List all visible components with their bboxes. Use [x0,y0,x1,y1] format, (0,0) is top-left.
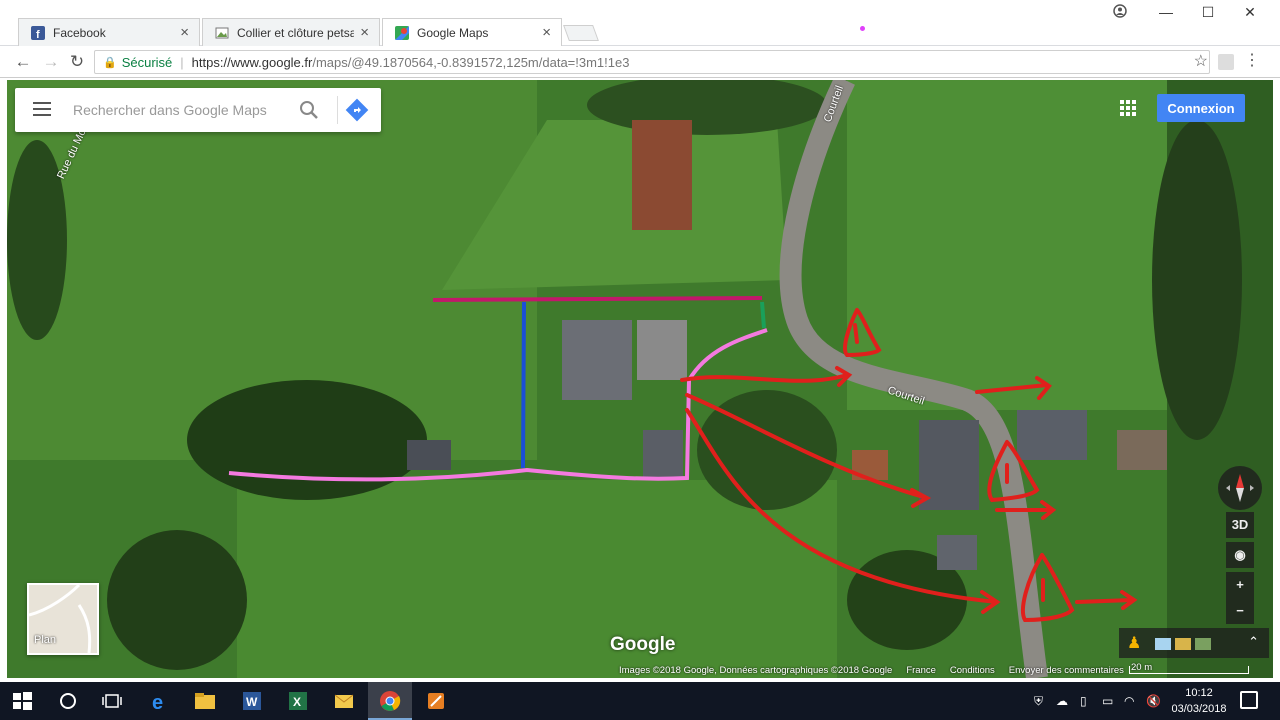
svg-text:e: e [152,692,163,713]
compass-icon[interactable] [1218,466,1262,510]
sign-in-button[interactable]: Connexion [1157,94,1245,122]
windows-start-icon[interactable] [10,689,34,713]
facebook-icon: f [31,25,45,40]
hamburger-menu-icon[interactable] [33,102,51,118]
minimize-icon[interactable]: — [1146,4,1186,20]
extension-icon[interactable] [1218,54,1234,70]
maximize-icon[interactable]: ☐ [1188,4,1228,21]
usb-icon[interactable]: ▯ [1080,694,1087,708]
imagery-thumbnail-icon[interactable] [1175,638,1191,650]
svg-text:X: X [293,695,301,709]
imagery-credit: Images ©2018 Google, Données cartographi… [619,664,893,676]
excel-icon[interactable]: X [286,689,310,713]
battery-icon[interactable]: ▭ [1102,694,1113,708]
satellite-imagery [7,80,1273,678]
mail-icon[interactable] [332,689,356,713]
close-window-icon[interactable]: ✕ [1230,4,1270,21]
chrome-icon[interactable] [378,689,402,713]
file-explorer-icon[interactable] [193,689,217,713]
browser-toolbar: ← → ↻ 🔒 Sécurisé | https://www.google.fr… [0,46,1280,78]
google-apps-icon[interactable] [1120,100,1136,116]
url-path: /maps/@49.1870564,-0.8391572,125m/data=!… [312,54,630,70]
svg-text:f: f [36,29,40,40]
forward-icon[interactable]: → [40,51,62,73]
secure-label: Sécurisé [121,54,173,70]
tab-strip: f Facebook × Collier et clôture petsafe … [0,0,1280,46]
chrome-menu-icon[interactable]: ⋮ [1244,50,1260,70]
tab-facebook[interactable]: f Facebook × [18,18,200,46]
country-link[interactable]: France [906,665,936,676]
close-icon[interactable]: × [360,24,369,41]
scale-bar [1129,666,1249,674]
windows-taskbar: e W X ⛨ ☁ ▯ ▭ ◠ 🔇 10:12 03/03/2018 [0,682,1280,720]
tab-title: Collier et clôture petsafe [237,25,355,40]
security-shield-icon[interactable]: ⛨ [1034,694,1043,709]
system-clock[interactable]: 10:12 03/03/2018 [1166,685,1232,717]
feedback-link[interactable]: Envoyer des commentaires [1009,665,1124,676]
browser-window: f Facebook × Collier et clôture petsafe … [0,0,1280,720]
back-icon[interactable]: ← [12,51,34,73]
directions-icon[interactable] [345,98,369,122]
wifi-icon[interactable]: ◠ [1124,694,1134,708]
google-maps-icon [395,25,409,40]
map-canvas[interactable]: Rue du Mo Courteil Courteil Connexion Pl… [7,80,1273,678]
pegman-icon[interactable]: ♟ [1127,633,1141,653]
clock-date: 03/03/2018 [1171,703,1227,715]
cursor-dot [860,26,865,31]
reload-icon[interactable]: ↻ [66,51,88,73]
tab-google-maps[interactable]: Google Maps × [382,18,562,46]
bookmark-star-icon[interactable]: ☆ [1194,51,1208,71]
picture-icon [215,27,229,38]
svg-text:W: W [246,695,258,709]
street-view-bar: ♟ ⌃ [1119,628,1269,658]
expand-caret-icon[interactable]: ⌃ [1248,634,1259,650]
new-tab-button[interactable] [563,25,599,41]
search-box [15,88,381,132]
conditions-link[interactable]: Conditions [950,665,995,676]
tab-title: Facebook [53,25,106,40]
close-icon[interactable]: × [542,24,551,41]
tilt-3d-button[interactable]: 3D [1226,512,1254,538]
paint-app-icon[interactable] [424,689,448,713]
divider [337,96,338,124]
edge-icon[interactable]: e [148,689,172,713]
task-view-icon[interactable] [100,689,124,713]
google-logo: Google [610,634,676,655]
lock-icon: 🔒 [103,56,117,69]
tab-title: Google Maps [417,25,489,40]
map-layer-toggle[interactable]: Plan [27,583,99,655]
close-icon[interactable]: × [180,24,189,41]
separator: | [180,54,184,70]
cortana-search-icon[interactable] [56,689,80,713]
search-input[interactable] [73,98,283,122]
volume-muted-icon[interactable]: 🔇 [1146,694,1161,708]
word-icon[interactable]: W [240,689,264,713]
imagery-thumbnail-icon[interactable] [1155,638,1171,650]
cloud-sync-icon[interactable]: ☁ [1056,694,1068,708]
imagery-thumbnail-icon[interactable] [1195,638,1211,650]
url-host: https://www.google.fr [191,54,313,70]
action-center-icon[interactable] [1240,691,1258,709]
my-location-icon[interactable]: ◉ [1226,542,1254,568]
profile-icon[interactable] [1100,4,1140,21]
address-bar[interactable]: 🔒 Sécurisé | https://www.google.fr/maps/… [94,50,1210,74]
zoom-out-button[interactable]: − [1226,598,1254,624]
search-icon[interactable] [297,98,321,122]
zoom-in-button[interactable]: + [1226,572,1254,598]
tab-collier[interactable]: Collier et clôture petsafe × [202,18,380,46]
clock-time: 10:12 [1185,687,1213,699]
plan-label: Plan [34,634,57,646]
